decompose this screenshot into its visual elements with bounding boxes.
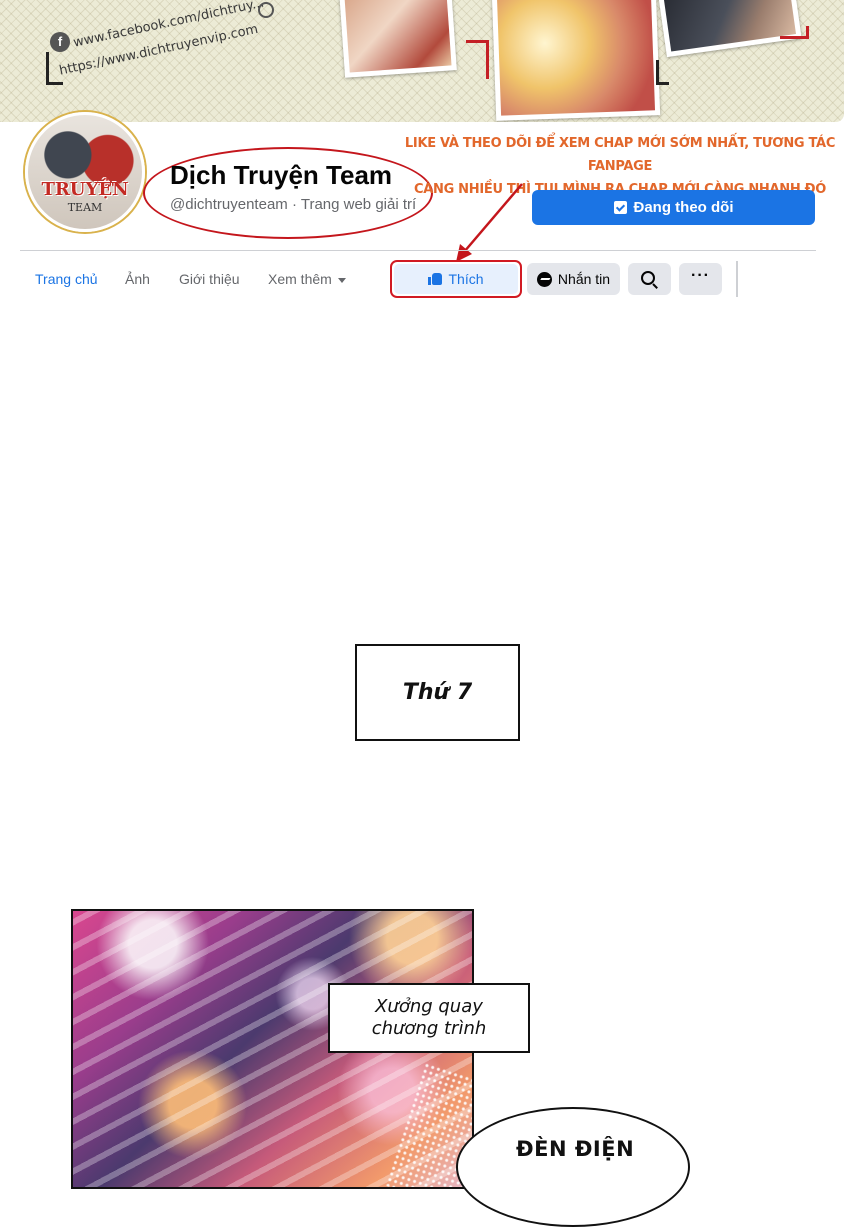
caption-box-studio: Xưởng quay chương trình <box>328 983 530 1053</box>
caption-day-text: Thứ 7 <box>402 680 473 705</box>
search-button[interactable] <box>628 263 671 295</box>
speech-bubble <box>456 1107 690 1227</box>
tab-more[interactable]: Xem thêm <box>268 271 346 287</box>
thumbs-up-icon <box>428 273 443 285</box>
message-button[interactable]: Nhắn tin <box>527 263 620 295</box>
facebook-icon: f <box>50 32 70 52</box>
promo-line-1: LIKE VÀ THEO DÕI ĐỂ XEM CHAP MỚI SỚM NHẤ… <box>404 136 836 174</box>
speech-bubble-text: ĐÈN ĐIỆN <box>516 1137 635 1161</box>
messenger-icon <box>536 271 552 287</box>
like-button-label: Thích <box>448 271 484 287</box>
page-avatar[interactable]: TRUYỆN TEAM <box>25 112 145 232</box>
following-check-icon <box>613 201 627 214</box>
avatar-logo-subtext: TEAM <box>67 201 103 214</box>
cover-banner: f www.facebook.com/dichtruy... https://w… <box>0 0 844 122</box>
vertical-separator <box>736 261 738 297</box>
caption-box-day: Thứ 7 <box>355 644 520 741</box>
red-bracket-decoration <box>780 26 809 39</box>
cover-photo-2 <box>491 0 661 121</box>
more-dots-icon: ··· <box>691 267 710 284</box>
following-button-label: Đang theo dõi <box>633 199 734 216</box>
tab-more-label: Xem thêm <box>268 271 332 287</box>
red-bracket-decoration <box>466 40 489 79</box>
following-button[interactable]: Đang theo dõi <box>532 190 815 225</box>
caption-studio-line-1: Xưởng quay <box>375 996 483 1017</box>
tab-photos[interactable]: Ảnh <box>125 271 150 287</box>
caret-down-icon <box>337 277 346 283</box>
more-options-button[interactable]: ··· <box>679 263 722 295</box>
avatar-logo-text: TRUYỆN <box>41 179 129 200</box>
caption-studio-line-2: chương trình <box>371 1018 487 1039</box>
like-button[interactable]: Thích <box>394 264 518 294</box>
tab-home[interactable]: Trang chủ <box>35 271 98 287</box>
divider <box>20 250 816 251</box>
dark-bracket-decoration <box>656 60 669 85</box>
tab-about[interactable]: Giới thiệu <box>179 271 240 287</box>
page-title[interactable]: Dịch Truyện Team <box>170 160 392 191</box>
cover-photo-1 <box>339 0 457 78</box>
search-icon <box>641 270 655 285</box>
page-handle: @dichtruyenteam · Trang web giải trí <box>170 196 417 213</box>
message-button-label: Nhắn tin <box>557 271 611 287</box>
pointer-arrow <box>456 183 523 262</box>
